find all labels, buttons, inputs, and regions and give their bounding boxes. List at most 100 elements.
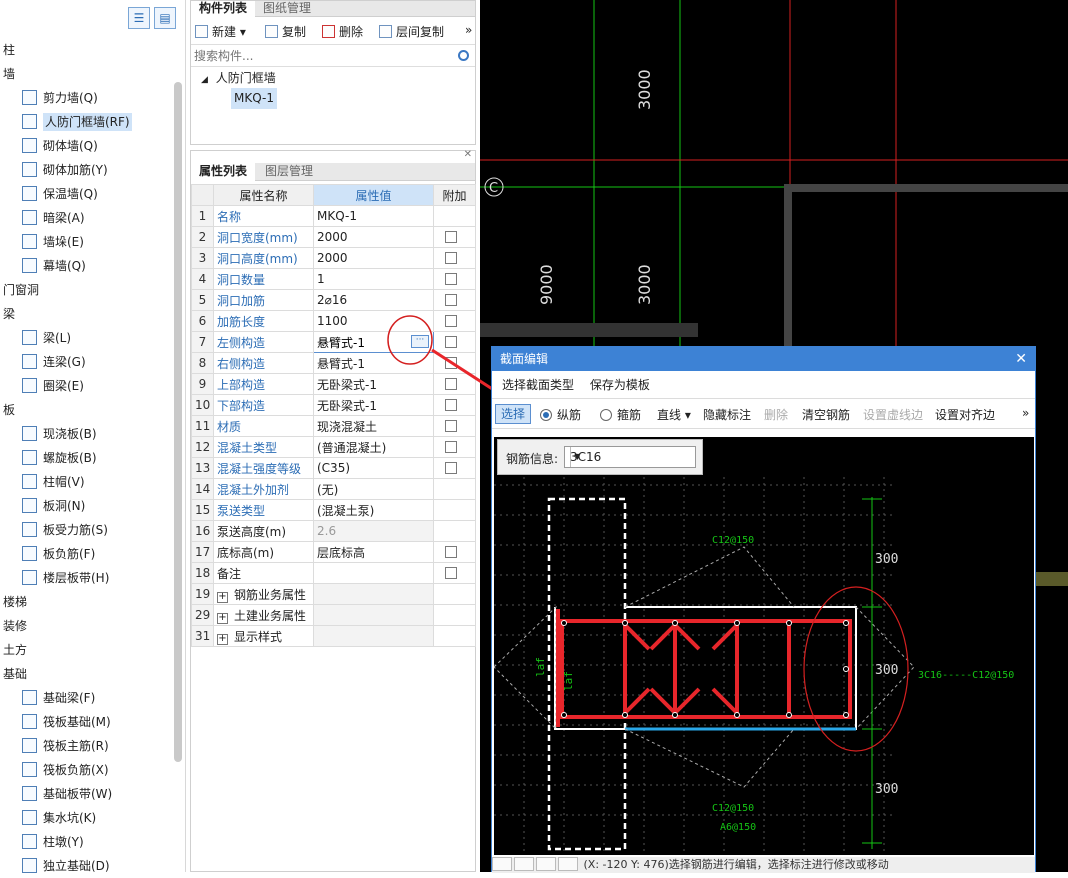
property-value[interactable]: 2000 [313,226,434,248]
expand-icon[interactable]: + [217,591,228,603]
hide-label-button[interactable]: 隐藏标注 [703,406,751,423]
longitudinal-radio[interactable]: 纵筋 [540,406,581,423]
close-icon[interactable]: ✕ [1015,347,1027,371]
tree-parent-node[interactable]: ◢ 人防门框墙 [201,69,276,86]
property-value[interactable]: (无) [313,478,434,500]
tab-component-list[interactable]: 构件列表 [191,1,256,17]
rebar-info-combo[interactable]: 3C16 ▼ [564,446,696,468]
extra-checkbox[interactable] [445,399,457,411]
tree-item[interactable]: 柱帽(V) [0,470,85,494]
tab-layer-management[interactable]: 图层管理 [257,163,321,181]
property-value[interactable]: 现浇混凝土 [313,415,434,437]
floor-copy-button[interactable]: 层间复制 [379,23,444,40]
tree-item[interactable]: 板洞(N) [0,494,85,518]
angle-snap-icon[interactable] [514,857,534,871]
bottom-tie-label[interactable]: A6@150 [720,822,756,833]
extra-checkbox[interactable] [445,357,457,369]
toolbar-overflow-button[interactable]: » [1022,406,1029,420]
search-input[interactable] [191,47,451,65]
clear-rebar-button[interactable]: 清空钢筋 [802,406,850,423]
property-row[interactable]: 4 洞口数量 1 [191,268,476,290]
tree-category[interactable]: 基础 [0,662,27,686]
tree-item[interactable]: 楼层板带(H) [0,566,109,590]
extra-checkbox[interactable] [445,273,457,285]
property-value[interactable]: 2000 [313,247,434,269]
property-value[interactable]: 无卧梁式-1 [313,373,434,395]
tree-scrollbar[interactable] [174,82,182,762]
property-row[interactable]: 6 加筋长度 1100 [191,310,476,332]
extra-checkbox[interactable] [445,378,457,390]
grid-snap-icon[interactable] [492,857,512,871]
property-row[interactable]: 7 左侧构造 悬臂式-1 ··· [191,331,476,353]
property-value[interactable]: (C35) [313,457,434,479]
tree-item[interactable]: 幕墙(Q) [0,254,86,278]
list-view-icon[interactable]: ☰ [128,7,150,29]
tree-category[interactable]: 门窗洞 [0,278,39,302]
property-value[interactable] [313,625,434,647]
property-row[interactable]: 17 底标高(m) 层底标高 [191,541,476,563]
extra-checkbox[interactable] [445,567,457,579]
collapse-arrow-icon[interactable]: ◢ [201,75,208,85]
component-item-mkq1[interactable]: MKQ-1 [231,88,277,109]
tree-item[interactable]: 基础板带(W) [0,782,112,806]
ellipsis-button[interactable]: ··· [411,335,429,348]
set-align-edge-button[interactable]: 设置对齐边 [935,406,995,423]
property-value[interactable]: 2.6 [313,520,434,542]
tree-category[interactable]: 楼梯 [0,590,27,614]
property-value[interactable]: 1 [313,268,434,290]
property-value[interactable]: 1100 [313,310,434,332]
section-drawing-area[interactable]: 300 300 300 C12@150 3C16-----C12@150 C12… [494,437,1034,855]
menu-save-as-template[interactable]: 保存为模板 [590,378,650,392]
property-row[interactable]: 15 泵送类型 (混凝土泵) [191,499,476,521]
set-dashed-edge-button[interactable]: 设置虚线边 [863,406,923,423]
tree-item[interactable]: 砌体墙(Q) [0,134,98,158]
property-row[interactable]: 14 混凝土外加剂 (无) [191,478,476,500]
search-icon[interactable] [458,50,469,61]
property-row[interactable]: 12 混凝土类型 (普通混凝土) [191,436,476,458]
expand-icon[interactable]: + [217,633,228,645]
line-dropdown[interactable]: 直线 ▾ [657,406,691,423]
tree-category[interactable]: 土方 [0,638,27,662]
property-row[interactable]: 5 洞口加筋 2⌀16 [191,289,476,311]
property-row[interactable]: 19 + 钢筋业务属性 [191,583,476,605]
property-value[interactable]: 无卧梁式-1 [313,394,434,416]
extra-checkbox[interactable] [445,462,457,474]
tree-item[interactable]: 现浇板(B) [0,422,97,446]
delete-rebar-button[interactable]: 删除 [764,406,788,423]
tree-item[interactable]: 集水坑(K) [0,806,96,830]
tree-item[interactable]: 筏板负筋(X) [0,758,109,782]
tree-item[interactable]: 连梁(G) [0,350,86,374]
tree-item[interactable]: 独立基础(D) [0,854,110,878]
tree-item[interactable]: 筏板基础(M) [0,710,111,734]
property-row[interactable]: 2 洞口宽度(mm) 2000 [191,226,476,248]
toolbar-overflow-button[interactable]: » [465,23,472,37]
tree-item[interactable]: 人防门框墙(RF) [0,110,132,134]
new-button[interactable]: 新建 ▾ [195,23,246,40]
tree-item[interactable]: 保温墙(Q) [0,182,98,206]
top-stirrup-label[interactable]: C12@150 [712,535,754,546]
tree-item[interactable]: 基础梁(F) [0,686,95,710]
property-row[interactable]: 13 混凝土强度等级 (C35) [191,457,476,479]
add-icon[interactable] [558,857,578,871]
tree-category[interactable]: 墙 [0,62,15,86]
extra-checkbox[interactable] [445,546,457,558]
property-value[interactable]: 2⌀16 [313,289,434,311]
tree-item[interactable]: 板负筋(F) [0,542,95,566]
property-value[interactable]: (普通混凝土) [313,436,434,458]
tree-item[interactable]: 暗梁(A) [0,206,85,230]
property-row[interactable]: 18 备注 [191,562,476,584]
property-value[interactable]: (混凝土泵) [313,499,434,521]
chevron-down-icon[interactable]: ▼ [570,447,584,467]
stirrup-radio[interactable]: 箍筋 [600,406,641,423]
extra-checkbox[interactable] [445,231,457,243]
tree-item[interactable]: 砌体加筋(Y) [0,158,108,182]
tree-item[interactable]: 筏板主筋(R) [0,734,109,758]
property-row[interactable]: 9 上部构造 无卧梁式-1 [191,373,476,395]
property-value[interactable] [313,583,434,605]
tree-item[interactable]: 梁(L) [0,326,71,350]
tree-category[interactable]: 柱 [0,38,15,62]
tree-item[interactable]: 板受力筋(S) [0,518,108,542]
property-value[interactable]: 层底标高 [313,541,434,563]
property-row[interactable]: 29 + 土建业务属性 [191,604,476,626]
extra-checkbox[interactable] [445,252,457,264]
